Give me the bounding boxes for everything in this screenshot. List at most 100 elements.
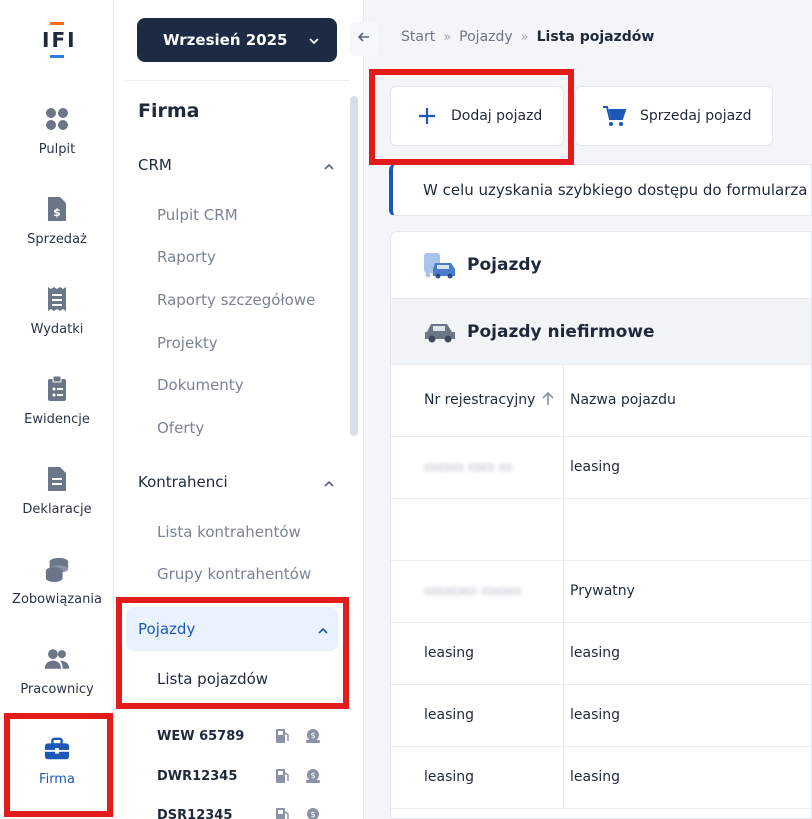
registration-cell: ▭▭▭ ▭▭ ▭ bbox=[424, 459, 513, 475]
svg-text:$: $ bbox=[310, 771, 315, 780]
table-row[interactable]: leasing leasing bbox=[391, 685, 811, 747]
column-divider bbox=[563, 685, 564, 746]
breadcrumb-link[interactable]: Pojazdy bbox=[459, 29, 513, 45]
vehicle-item[interactable]: DWR12345 $ bbox=[157, 765, 337, 787]
annotation-highlight-pojazdy bbox=[116, 597, 349, 709]
column-divider bbox=[563, 747, 564, 808]
rail-item-pulpit[interactable]: Pulpit bbox=[0, 90, 114, 180]
invoice-icon: $ bbox=[44, 194, 70, 224]
registration-cell: ▭▭▭▭ ▭▭▭ bbox=[424, 583, 522, 599]
vehicle-name-cell: leasing bbox=[570, 645, 621, 661]
column-header-registration[interactable]: Nr rejestracyjny bbox=[424, 392, 535, 408]
dashboard-icon bbox=[44, 104, 70, 134]
svg-text:$: $ bbox=[310, 810, 315, 819]
breadcrumb-current: Lista pojazdów bbox=[536, 29, 655, 45]
vehicle-name-cell: leasing bbox=[570, 459, 621, 475]
nav-link-projekty[interactable]: Projekty bbox=[157, 334, 218, 352]
registration-cell: leasing bbox=[424, 645, 475, 661]
chevron-up-icon bbox=[324, 473, 334, 491]
rail-item-deklaracje[interactable]: Deklaracje bbox=[0, 450, 114, 540]
app-logo[interactable]: IFI bbox=[42, 22, 77, 58]
nav-section-label: CRM bbox=[138, 156, 172, 174]
nav-link-grupy-kontrahentow[interactable]: Grupy kontrahentów bbox=[157, 565, 311, 583]
fuel-icon[interactable] bbox=[274, 806, 292, 819]
vehicles-card: Pojazdy Pojazdy niefirmowe Nr rejestracy… bbox=[390, 231, 812, 819]
rail-item-zobowiazania[interactable]: Zobowiązania bbox=[0, 540, 114, 630]
nav-link-raporty[interactable]: Raporty bbox=[157, 248, 216, 266]
rail-label: Ewidencje bbox=[24, 412, 90, 427]
nav-link-oferty[interactable]: Oferty bbox=[157, 419, 204, 437]
column-header-vehicle-name[interactable]: Nazwa pojazdu bbox=[570, 392, 676, 408]
vehicle-name-cell: leasing bbox=[570, 707, 621, 723]
vehicle-item[interactable]: WEW 65789 $ bbox=[157, 725, 337, 747]
nav-section-kontrahenci[interactable]: Kontrahenci bbox=[138, 473, 334, 491]
rail-label: Zobowiązania bbox=[12, 592, 102, 607]
column-divider bbox=[563, 623, 564, 684]
sort-arrow-up-icon[interactable] bbox=[542, 391, 554, 410]
rail-item-pracownicy[interactable]: Pracownicy bbox=[0, 630, 114, 720]
rail-item-ewidencje[interactable]: Ewidencje bbox=[0, 360, 114, 450]
divider bbox=[124, 80, 350, 81]
nav-scrollbar[interactable] bbox=[350, 86, 358, 436]
rail-label: Sprzedaż bbox=[27, 232, 87, 247]
rail-item-wydatki[interactable]: Wydatki bbox=[0, 270, 114, 360]
annotation-highlight-firma bbox=[4, 713, 113, 817]
column-divider bbox=[563, 561, 564, 622]
column-divider bbox=[563, 499, 564, 560]
rail-item-sprzedaz[interactable]: $ Sprzedaż bbox=[0, 180, 114, 270]
money-icon[interactable]: $ bbox=[304, 767, 322, 785]
column-divider bbox=[563, 365, 564, 436]
info-text: W celu uzyskania szybkiego dostępu do fo… bbox=[423, 181, 812, 199]
vehicle-item[interactable]: DSR12345 $ bbox=[157, 804, 337, 819]
card-title: Pojazdy bbox=[467, 255, 542, 275]
nav-title: Firma bbox=[138, 100, 200, 122]
nav-link-dokumenty[interactable]: Dokumenty bbox=[157, 376, 244, 394]
nav-link-raporty-szczegolowe[interactable]: Raporty szczegółowe bbox=[157, 291, 315, 309]
vehicle-name-cell: Prywatny bbox=[570, 583, 635, 599]
fuel-icon[interactable] bbox=[274, 727, 292, 745]
nav-link-pulpit-crm[interactable]: Pulpit CRM bbox=[157, 206, 238, 224]
non-company-vehicles-header[interactable]: Pojazdy niefirmowe bbox=[391, 299, 811, 365]
coins-icon bbox=[44, 554, 70, 584]
breadcrumb-separator: » bbox=[443, 29, 452, 45]
document-icon bbox=[44, 464, 70, 494]
annotation-highlight-add-button bbox=[369, 69, 574, 165]
table-row[interactable]: leasing leasing bbox=[391, 747, 811, 809]
icon-rail: IFI Pulpit $ Sprzedaż Wydatki Ewidencje … bbox=[0, 0, 114, 819]
chevron-up-icon bbox=[324, 156, 334, 174]
nav-section-crm[interactable]: CRM bbox=[138, 156, 334, 174]
svg-text:$: $ bbox=[310, 731, 315, 740]
table-row[interactable]: ▭▭▭▭ ▭▭▭ Prywatny bbox=[391, 561, 811, 623]
scrollbar-thumb[interactable] bbox=[350, 96, 358, 436]
breadcrumb-separator: » bbox=[520, 29, 529, 45]
logo-text: IFI bbox=[42, 28, 77, 52]
arrow-left-icon bbox=[357, 31, 370, 47]
vehicle-plate: DSR12345 bbox=[157, 807, 233, 819]
svg-text:$: $ bbox=[53, 206, 61, 219]
car-icon bbox=[423, 320, 457, 344]
vehicle-plate: WEW 65789 bbox=[157, 728, 245, 744]
vehicle-plate: DWR12345 bbox=[157, 768, 238, 784]
table-row[interactable] bbox=[391, 499, 811, 561]
table-row[interactable]: ▭▭▭ ▭▭ ▭ leasing bbox=[391, 437, 811, 499]
nav-section-label: Kontrahenci bbox=[138, 473, 228, 491]
clipboard-icon bbox=[44, 374, 70, 404]
breadcrumb: Start » Pojazdy » Lista pojazdów bbox=[401, 29, 654, 45]
collapse-sidebar-button[interactable] bbox=[350, 22, 378, 56]
nav-link-lista-kontrahentow[interactable]: Lista kontrahentów bbox=[157, 523, 301, 541]
month-selector[interactable]: Wrzesień 2025 bbox=[137, 18, 337, 62]
registration-cell: leasing bbox=[424, 707, 475, 723]
sell-vehicle-button[interactable]: Sprzedaj pojazd bbox=[575, 86, 773, 146]
vehicle-name-cell: leasing bbox=[570, 769, 621, 785]
table-row[interactable]: leasing leasing bbox=[391, 623, 811, 685]
logo-accent-top bbox=[50, 22, 64, 25]
money-icon[interactable]: $ bbox=[304, 727, 322, 745]
money-icon[interactable]: $ bbox=[304, 806, 322, 819]
column-divider bbox=[563, 437, 564, 498]
rail-label: Pracownicy bbox=[20, 682, 94, 697]
receipt-icon bbox=[44, 284, 70, 314]
fuel-icon[interactable] bbox=[274, 767, 292, 785]
month-label: Wrzesień 2025 bbox=[163, 31, 288, 49]
chevron-down-icon bbox=[309, 31, 319, 49]
breadcrumb-link[interactable]: Start bbox=[401, 29, 435, 45]
